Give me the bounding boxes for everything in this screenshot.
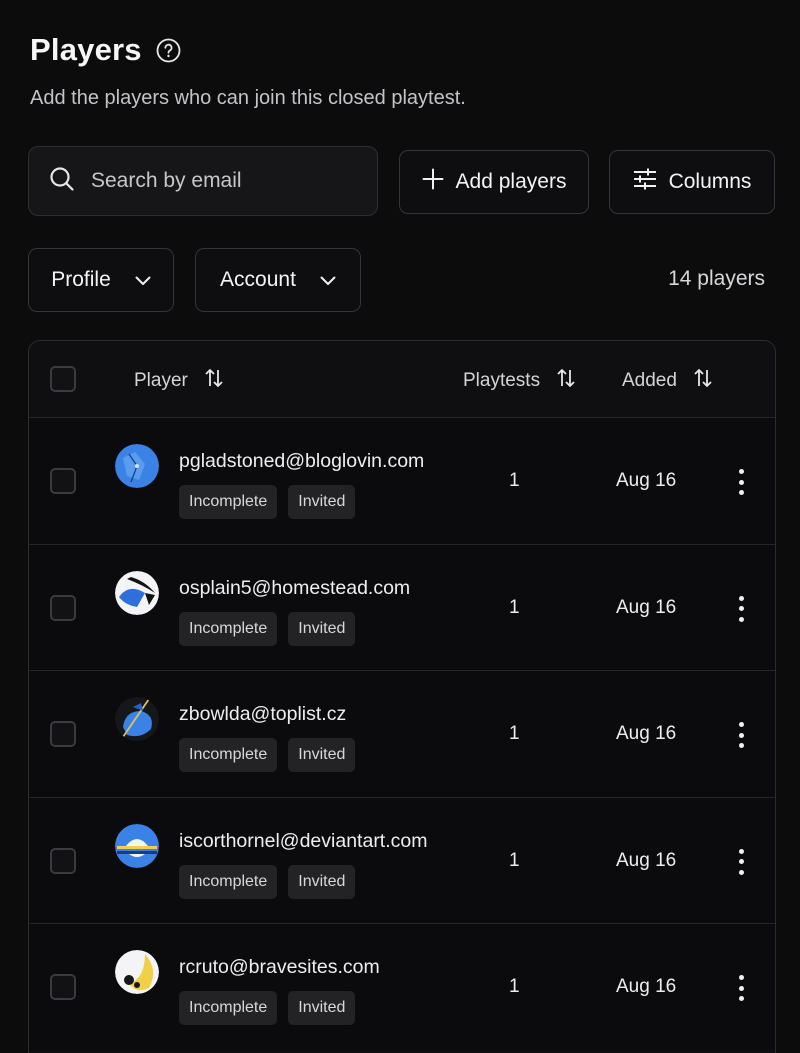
status-badge-incomplete: Incomplete	[179, 738, 278, 772]
row-checkbox[interactable]	[50, 594, 76, 621]
status-badge-invited: Invited	[288, 991, 356, 1025]
table-header: Player Playtests Added	[29, 341, 775, 417]
sort-arrows-icon	[693, 368, 713, 394]
search-box[interactable]	[28, 146, 378, 216]
column-header-added-label: Added	[622, 370, 677, 391]
player-email: osplain5@homestead.com	[179, 576, 411, 599]
columns-label: Columns	[668, 170, 752, 193]
player-count: 14 players	[668, 267, 765, 290]
help-icon[interactable]	[156, 38, 181, 63]
column-header-player[interactable]: Player	[134, 368, 224, 394]
status-badge-invited: Invited	[288, 485, 356, 519]
search-input[interactable]	[91, 169, 331, 193]
add-players-label: Add players	[455, 170, 567, 193]
table-row[interactable]: zbowlda@toplist.cz Incomplete Invited 1 …	[29, 670, 775, 797]
status-tags: Incomplete Invited	[179, 991, 356, 1025]
plus-icon	[422, 168, 444, 196]
chevron-down-icon	[135, 268, 151, 292]
sliders-icon	[633, 168, 657, 196]
column-header-playtests-label: Playtests	[463, 370, 541, 391]
playtests-count: 1	[509, 849, 520, 871]
added-date: Aug 16	[616, 976, 677, 997]
playtests-count: 1	[509, 723, 520, 744]
more-vertical-icon[interactable]	[729, 466, 753, 498]
more-vertical-icon[interactable]	[729, 719, 753, 751]
select-all-checkbox[interactable]	[50, 366, 76, 392]
avatar	[115, 444, 159, 488]
status-tags: Incomplete Invited	[179, 485, 356, 519]
sort-arrows-icon	[204, 368, 224, 394]
table-row[interactable]: osplain5@homestead.com Incomplete Invite…	[29, 543, 775, 670]
players-table: Player Playtests Added pgladstoned@blogl…	[28, 340, 776, 1053]
avatar	[115, 570, 159, 615]
avatar	[115, 697, 159, 741]
status-badge-invited: Invited	[288, 611, 356, 646]
search-icon	[49, 166, 75, 197]
player-email: zbowlda@toplist.cz	[179, 703, 347, 725]
table-row[interactable]: pgladstoned@bloglovin.com Incomplete Inv…	[29, 417, 775, 544]
status-badge-incomplete: Incomplete	[179, 991, 278, 1025]
column-header-player-label: Player	[134, 370, 188, 391]
player-email: iscorthornel@deviantart.com	[179, 829, 428, 852]
status-badge-invited: Invited	[288, 738, 356, 772]
table-row[interactable]: iscorthornel@deviantart.com Incomplete I…	[29, 796, 775, 923]
page-header: Players	[30, 32, 181, 68]
more-vertical-icon[interactable]	[729, 972, 753, 1004]
column-header-playtests[interactable]: Playtests	[463, 368, 576, 394]
playtests-count: 1	[509, 596, 520, 618]
playtests-count: 1	[509, 976, 520, 997]
account-filter-label: Account	[220, 268, 296, 291]
playtests-count: 1	[509, 470, 520, 491]
row-checkbox[interactable]	[50, 721, 76, 747]
player-email: pgladstoned@bloglovin.com	[179, 450, 425, 472]
column-header-added[interactable]: Added	[622, 368, 713, 394]
chevron-down-icon	[320, 268, 336, 292]
profile-filter-label: Profile	[51, 268, 111, 291]
sort-arrows-icon	[556, 368, 576, 394]
player-email: rcruto@bravesites.com	[179, 956, 380, 978]
profile-filter-dropdown[interactable]: Profile	[28, 248, 174, 312]
row-checkbox[interactable]	[50, 847, 76, 874]
more-vertical-icon[interactable]	[729, 593, 753, 625]
columns-button[interactable]: Columns	[609, 150, 775, 214]
status-tags: Incomplete Invited	[179, 738, 356, 772]
added-date: Aug 16	[616, 723, 677, 744]
account-filter-dropdown[interactable]: Account	[195, 248, 361, 312]
added-date: Aug 16	[616, 470, 677, 491]
status-tags: Incomplete Invited	[179, 864, 356, 899]
row-checkbox[interactable]	[50, 974, 76, 1000]
status-badge-incomplete: Incomplete	[179, 611, 278, 646]
status-badge-incomplete: Incomplete	[179, 864, 278, 899]
added-date: Aug 16	[616, 596, 677, 618]
page-title: Players	[30, 32, 142, 67]
status-badge-invited: Invited	[288, 864, 356, 899]
add-players-button[interactable]: Add players	[399, 150, 589, 214]
row-checkbox[interactable]	[50, 468, 76, 494]
status-tags: Incomplete Invited	[179, 611, 356, 646]
status-badge-incomplete: Incomplete	[179, 485, 278, 519]
avatar	[115, 823, 159, 868]
avatar	[115, 950, 159, 994]
table-row[interactable]: rcruto@bravesites.com Incomplete Invited…	[29, 923, 775, 1050]
table-body: pgladstoned@bloglovin.com Incomplete Inv…	[29, 417, 775, 1050]
more-vertical-icon[interactable]	[729, 846, 753, 878]
added-date: Aug 16	[616, 849, 677, 871]
page-subtitle: Add the players who can join this closed…	[30, 87, 466, 109]
